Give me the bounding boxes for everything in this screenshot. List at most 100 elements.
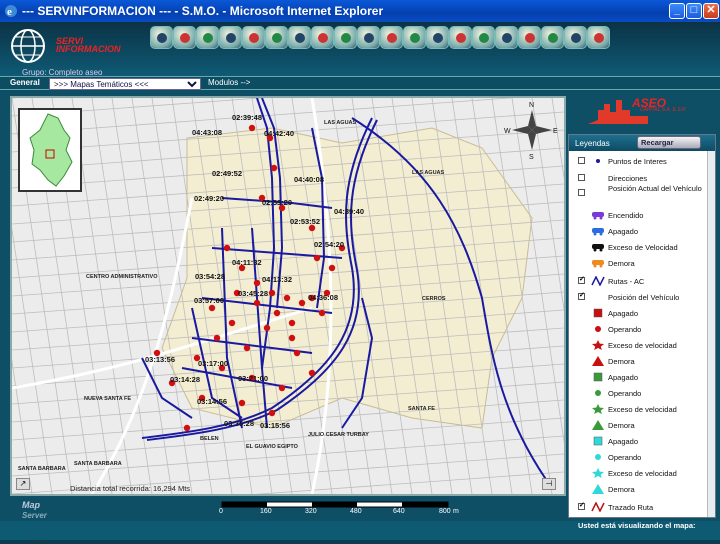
legend-label: Operando bbox=[608, 389, 642, 398]
layers-tool-icon[interactable] bbox=[219, 26, 242, 49]
theme-select[interactable]: >>> Mapas Temáticos <<< bbox=[49, 78, 201, 90]
legend-item: Demora bbox=[569, 419, 707, 435]
legend-checkbox[interactable] bbox=[578, 501, 585, 510]
stop-marker[interactable] bbox=[270, 164, 278, 172]
help-tool-icon[interactable] bbox=[587, 26, 610, 49]
legend-title: Leyendas bbox=[575, 139, 610, 148]
expand-icon[interactable]: ↗ bbox=[16, 478, 30, 490]
legend-item[interactable]: Posición Actual del Vehículo bbox=[569, 184, 707, 203]
general-menu[interactable]: General bbox=[10, 78, 40, 87]
mail-tool-icon[interactable] bbox=[449, 26, 472, 49]
close-button[interactable]: ✕ bbox=[703, 3, 719, 19]
minimize-button[interactable]: _ bbox=[669, 3, 685, 19]
stop-marker[interactable] bbox=[268, 409, 276, 417]
time-label: 03:35:28 bbox=[224, 419, 254, 428]
circle-cyan-icon bbox=[595, 454, 601, 460]
legend-checkbox[interactable] bbox=[578, 174, 585, 181]
go-tool-icon[interactable] bbox=[380, 26, 403, 49]
stop-marker[interactable] bbox=[253, 299, 261, 307]
car-orange-icon bbox=[592, 260, 604, 268]
legend-label: Direcciones bbox=[608, 174, 648, 183]
stop-marker[interactable] bbox=[288, 334, 296, 342]
target-tool-icon[interactable] bbox=[288, 26, 311, 49]
refresh-tool-icon[interactable] bbox=[196, 26, 219, 49]
stop-marker[interactable] bbox=[298, 299, 306, 307]
globe-logo-icon bbox=[11, 29, 45, 63]
stop-marker[interactable] bbox=[283, 294, 291, 302]
legend-checkbox[interactable] bbox=[578, 291, 585, 300]
stop-marker[interactable] bbox=[278, 384, 286, 392]
time-label: 03:13:56 bbox=[145, 355, 175, 364]
stop-marker[interactable] bbox=[273, 309, 281, 317]
stop-marker[interactable] bbox=[228, 319, 236, 327]
stop-marker[interactable] bbox=[268, 289, 276, 297]
legend-label: Exceso de velocidad bbox=[608, 405, 677, 414]
map-tool-icon[interactable] bbox=[265, 26, 288, 49]
circle-red-icon bbox=[595, 326, 601, 332]
reload-button[interactable]: Recargar bbox=[637, 136, 701, 149]
legend-checkbox[interactable] bbox=[578, 157, 585, 164]
vehicle-tool-icon[interactable] bbox=[403, 26, 426, 49]
stop-marker[interactable] bbox=[238, 399, 246, 407]
route-tool-icon[interactable] bbox=[311, 26, 334, 49]
ruler-tool-icon[interactable] bbox=[242, 26, 265, 49]
compass-s: S bbox=[529, 154, 534, 161]
legend-label: Exceso de Velocidad bbox=[608, 243, 678, 252]
legend-scrollbar[interactable] bbox=[707, 151, 715, 517]
stop-marker[interactable] bbox=[208, 304, 216, 312]
stop-marker[interactable] bbox=[308, 369, 316, 377]
flag-tool-icon[interactable] bbox=[518, 26, 541, 49]
zoom-tool-icon[interactable] bbox=[173, 26, 196, 49]
legend-item[interactable]: Rutas - AC bbox=[569, 275, 707, 291]
stop-marker[interactable] bbox=[223, 244, 231, 252]
stop-marker[interactable] bbox=[328, 264, 336, 272]
modulos-link[interactable]: Modulos --> bbox=[208, 78, 250, 87]
square-red-icon bbox=[593, 308, 603, 318]
stop-marker[interactable] bbox=[248, 124, 256, 132]
print-tool-icon[interactable] bbox=[357, 26, 380, 49]
legend-label: Demora bbox=[608, 421, 635, 430]
legend-checkbox[interactable] bbox=[578, 275, 585, 284]
globe-tool-icon[interactable] bbox=[472, 26, 495, 49]
scale-label: 640 bbox=[393, 508, 405, 515]
stop-marker[interactable] bbox=[263, 324, 271, 332]
legend-item: Apagado bbox=[569, 371, 707, 387]
compass-w: W bbox=[504, 128, 511, 135]
street-label: LAS AGUAS bbox=[412, 170, 445, 176]
map-canvas[interactable]: 02:39:48 04:43:08 04:42:40 04:40:08 02:49:52… bbox=[12, 98, 564, 494]
time-label: 03:45:28 bbox=[238, 289, 268, 298]
stop-marker[interactable] bbox=[313, 254, 321, 262]
pan-tool-icon[interactable] bbox=[150, 26, 173, 49]
erase-tool-icon[interactable] bbox=[334, 26, 357, 49]
legend-label: Demora bbox=[608, 357, 635, 366]
legend-label: Rutas - AC bbox=[608, 277, 645, 286]
stop-marker[interactable] bbox=[293, 349, 301, 357]
legend-item[interactable]: Trazado Ruta bbox=[569, 501, 707, 517]
car-black-icon bbox=[592, 244, 604, 252]
overview-map[interactable] bbox=[18, 108, 82, 192]
legend-item[interactable]: Posición del Vehículo bbox=[569, 291, 707, 307]
street-label: SANTA FE bbox=[408, 406, 435, 412]
tools-tool-icon[interactable] bbox=[564, 26, 587, 49]
legend-checkbox[interactable] bbox=[578, 189, 585, 196]
maximize-button[interactable]: □ bbox=[686, 3, 702, 19]
time-label: 02:53:52 bbox=[290, 217, 320, 226]
street-label: JULIO CESAR TURBAY bbox=[308, 432, 369, 438]
stop-marker[interactable] bbox=[243, 344, 251, 352]
stop-marker[interactable] bbox=[183, 424, 191, 432]
stop-marker[interactable] bbox=[318, 309, 326, 317]
route-red-icon bbox=[591, 502, 605, 512]
stop-marker[interactable] bbox=[288, 319, 296, 327]
map-viewer[interactable]: 02:39:48 04:43:08 04:42:40 04:40:08 02:49:52… bbox=[10, 96, 566, 496]
copy-tool-icon[interactable] bbox=[541, 26, 564, 49]
square-green-icon bbox=[593, 372, 603, 382]
street-label: CERROS bbox=[422, 296, 446, 302]
stop-marker[interactable] bbox=[213, 334, 221, 342]
edit-tool-icon[interactable] bbox=[426, 26, 449, 49]
scale-label: 800 bbox=[439, 508, 451, 515]
stop-marker[interactable] bbox=[253, 279, 261, 287]
pin-icon[interactable]: ⊣ bbox=[542, 478, 556, 490]
time-label: 04:40:08 bbox=[294, 175, 324, 184]
palette-tool-icon[interactable] bbox=[495, 26, 518, 49]
legend-item[interactable]: Puntos de Interes bbox=[569, 155, 707, 171]
